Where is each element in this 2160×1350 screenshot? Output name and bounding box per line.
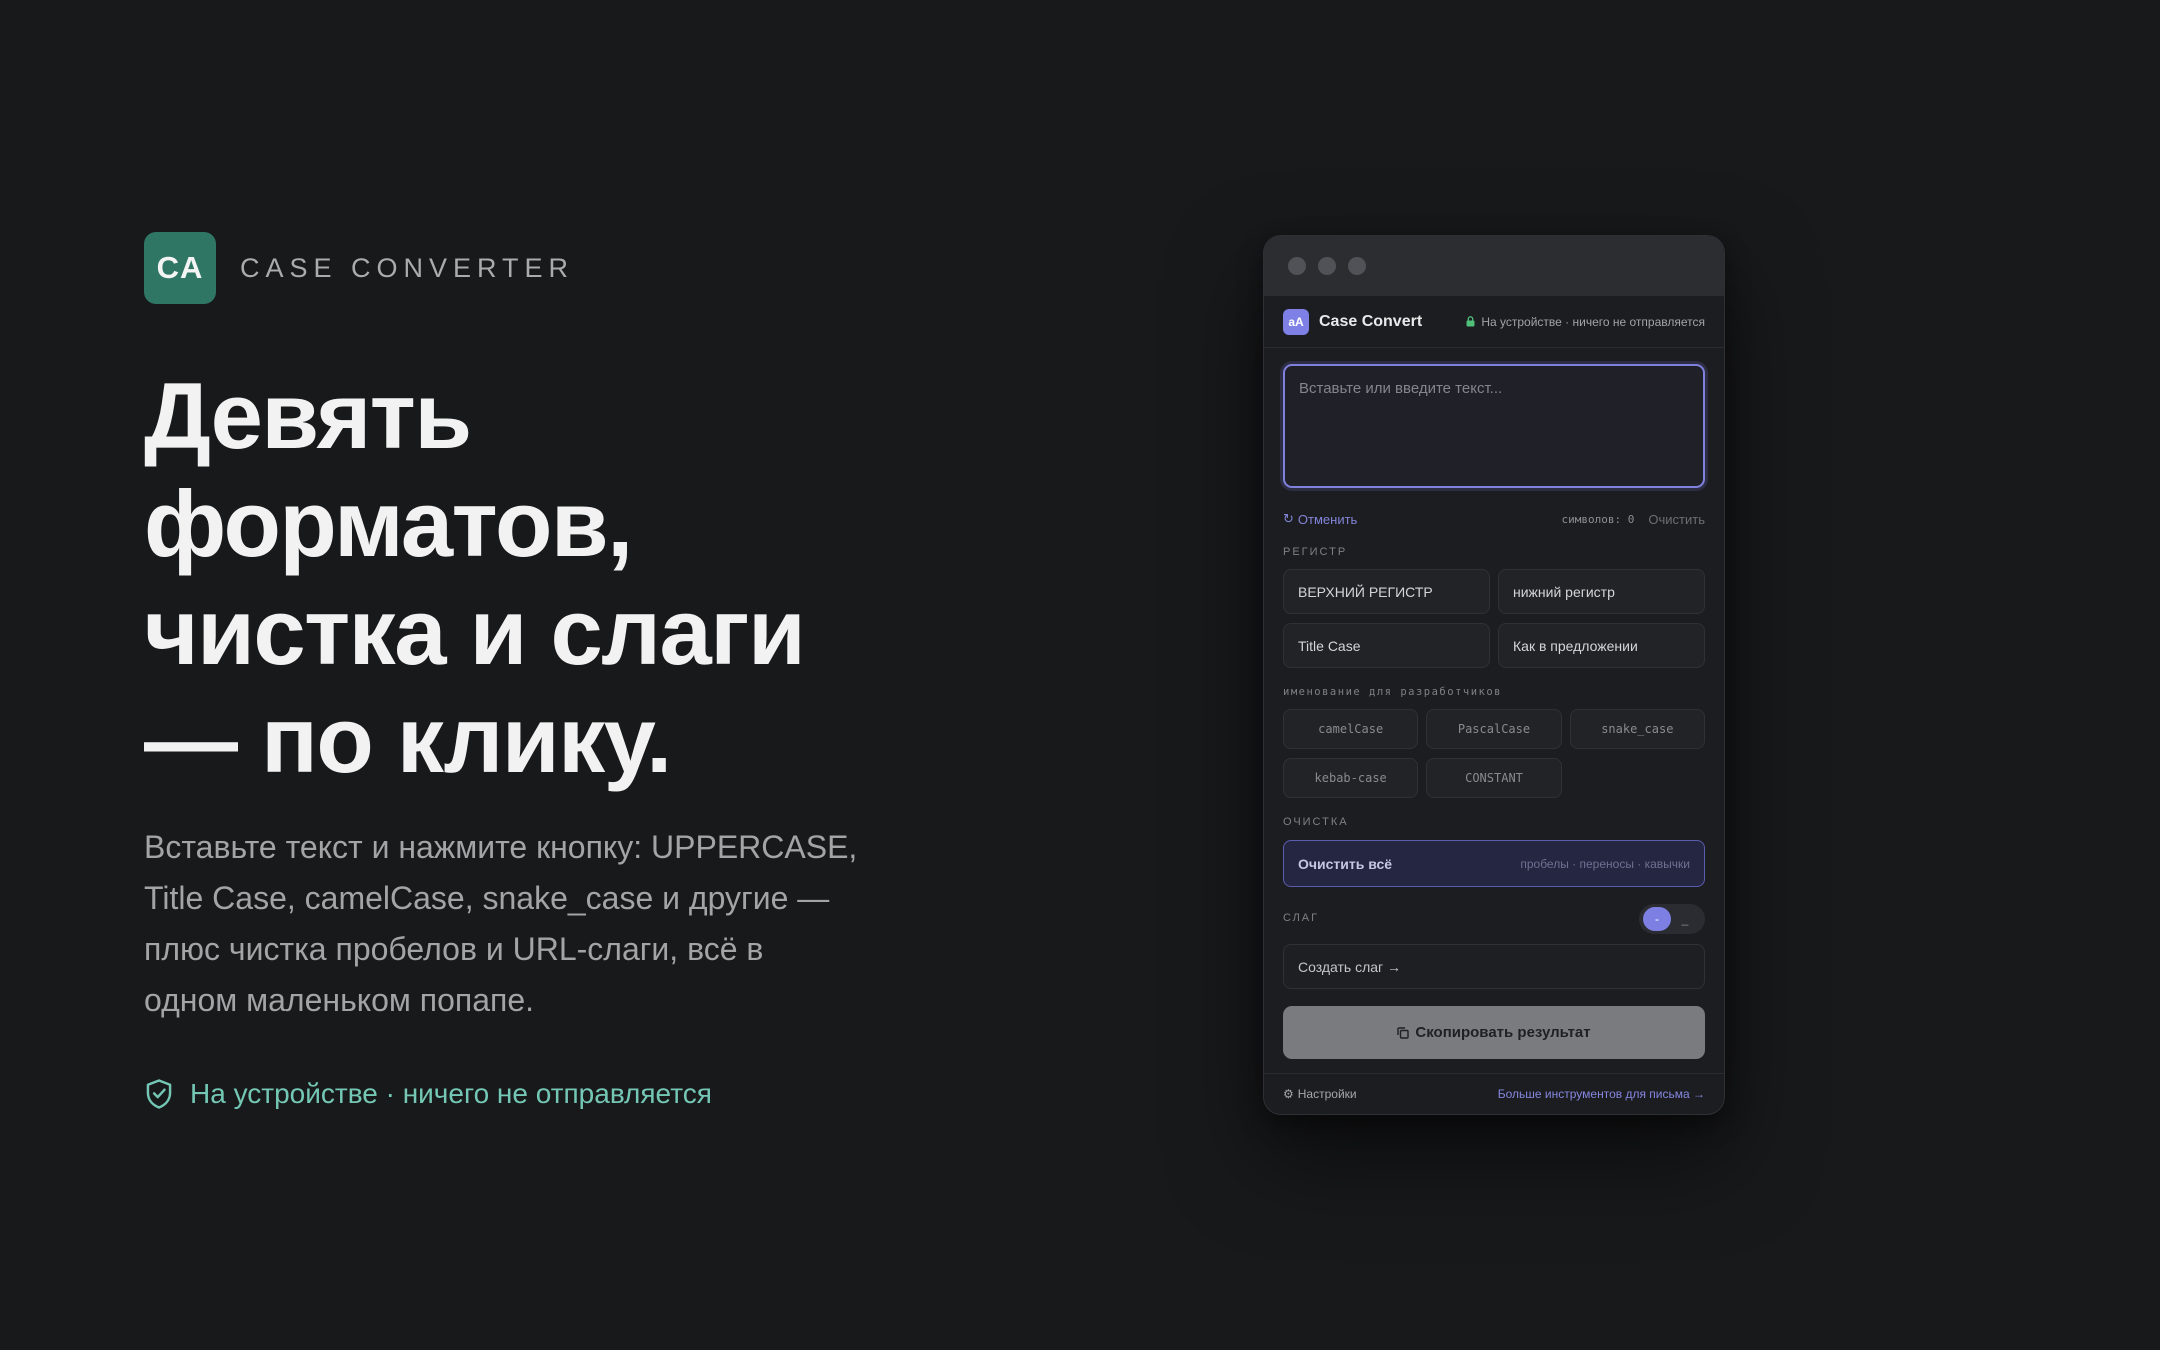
case-section-label: РЕГИСТР: [1283, 546, 1348, 558]
sentence-case-button[interactable]: Как в предложении: [1498, 623, 1705, 668]
brand-name: CASE CONVERTER: [240, 252, 575, 283]
camelcase-button[interactable]: camelCase: [1283, 709, 1419, 749]
shield-check-icon: [146, 1079, 172, 1109]
headline: Девять форматов, чистка и слаги — по кли…: [144, 362, 1044, 794]
gear-icon: ⚙: [1283, 1087, 1294, 1101]
slug-separator-toggle[interactable]: - _: [1639, 904, 1705, 934]
text-input[interactable]: [1283, 364, 1705, 488]
clean-all-hint: пробелы · переносы · кавычки: [1520, 856, 1690, 871]
page: CA CASE CONVERTER Девять форматов, чистк…: [0, 0, 2160, 1350]
copy-icon: [1397, 1026, 1410, 1039]
window-zoom-button[interactable]: [1348, 257, 1366, 275]
constant-case-button[interactable]: CONSTANT: [1426, 758, 1562, 798]
copy-result-label: Скопировать результат: [1415, 1024, 1591, 1041]
dev-section-label: именование для разработчиков: [1283, 686, 1503, 698]
app-title: Case Convert: [1319, 312, 1423, 330]
headline-line: форматов,: [144, 471, 633, 576]
dev-buttons: camelCase PascalCase snake_case kebab-ca…: [1283, 709, 1705, 798]
privacy-note: На устройстве · ничего не отправляется: [144, 1078, 712, 1110]
privacy-badge: На устройстве · ничего не отправляется: [1466, 315, 1705, 329]
character-counter: символов: 0: [1561, 512, 1635, 526]
headline-line: Девять: [144, 363, 472, 468]
headline-line: чистка и слаги: [144, 579, 806, 684]
meta-right: символов: 0 Очистить: [1562, 512, 1705, 527]
title-case-button[interactable]: Title Case: [1283, 623, 1490, 668]
app-icon: aA: [1283, 308, 1309, 335]
clear-button[interactable]: Очистить: [1648, 512, 1705, 527]
copy-result-button[interactable]: Скопировать результат: [1283, 1006, 1705, 1059]
settings-label: Настройки: [1297, 1087, 1357, 1101]
more-tools-link[interactable]: Больше инструментов для письма →: [1498, 1087, 1705, 1101]
input-meta-row: ↻ Отменить символов: 0 Очистить: [1283, 510, 1705, 528]
slug-header: СЛАГ - _: [1283, 904, 1705, 934]
lowercase-button[interactable]: нижний регистр: [1498, 569, 1705, 614]
app-window: aA Case Convert На устройстве · ничего н…: [1263, 235, 1725, 1115]
privacy-badge-text: На устройстве · ничего не отправляется: [1481, 314, 1705, 329]
window-close-button[interactable]: [1288, 257, 1306, 275]
create-slug-button[interactable]: Создать слаг →: [1283, 944, 1705, 989]
lead-line: плюс чистка пробелов и URL-слаги, всё в: [144, 931, 764, 967]
lock-icon: [1466, 316, 1475, 327]
privacy-text: На устройстве · ничего не отправляется: [190, 1078, 712, 1109]
undo-button[interactable]: ↻ Отменить: [1283, 511, 1357, 527]
brand-logo: CA: [144, 232, 216, 304]
undo-icon: ↻: [1283, 511, 1294, 526]
pascalcase-button[interactable]: PascalCase: [1426, 709, 1562, 749]
clean-section-label: ОЧИСТКА: [1283, 816, 1349, 828]
popup: aA Case Convert На устройстве · ничего н…: [1264, 296, 1724, 1114]
slug-section-label: СЛАГ: [1283, 912, 1320, 924]
popup-header: aA Case Convert На устройстве · ничего н…: [1264, 296, 1724, 348]
snake-case-button[interactable]: snake_case: [1569, 709, 1705, 749]
settings-button[interactable]: ⚙ Настройки: [1283, 1087, 1357, 1101]
headline-line: — по клику.: [144, 687, 672, 792]
clean-all-label: Очистить всё: [1298, 855, 1393, 872]
lead-paragraph: Вставьте текст и нажмите кнопку: UPPERCA…: [144, 822, 924, 1026]
kebab-case-button[interactable]: kebab-case: [1283, 758, 1419, 798]
window-titlebar: [1264, 236, 1724, 296]
undo-label: Отменить: [1297, 511, 1358, 527]
hyphen-option[interactable]: -: [1643, 907, 1671, 931]
lead-line: Title Case, camelCase, snake_case и друг…: [144, 880, 830, 916]
window-minimize-button[interactable]: [1318, 257, 1336, 275]
lead-line: одном маленьком попапе.: [144, 982, 535, 1018]
clean-all-button[interactable]: Очистить всё пробелы · переносы · кавычк…: [1283, 840, 1705, 887]
case-buttons: ВЕРХНИЙ РЕГИСТР нижний регистр Title Cas…: [1283, 569, 1705, 668]
lead-line: Вставьте текст и нажмите кнопку: UPPERCA…: [144, 829, 858, 865]
popup-content: ↻ Отменить символов: 0 Очистить РЕГИСТР …: [1264, 348, 1724, 1059]
underscore-option[interactable]: _: [1671, 907, 1699, 931]
uppercase-button[interactable]: ВЕРХНИЙ РЕГИСТР: [1283, 569, 1490, 614]
brand: CA CASE CONVERTER: [144, 232, 574, 304]
popup-footer: ⚙ Настройки Больше инструментов для пись…: [1264, 1073, 1724, 1114]
